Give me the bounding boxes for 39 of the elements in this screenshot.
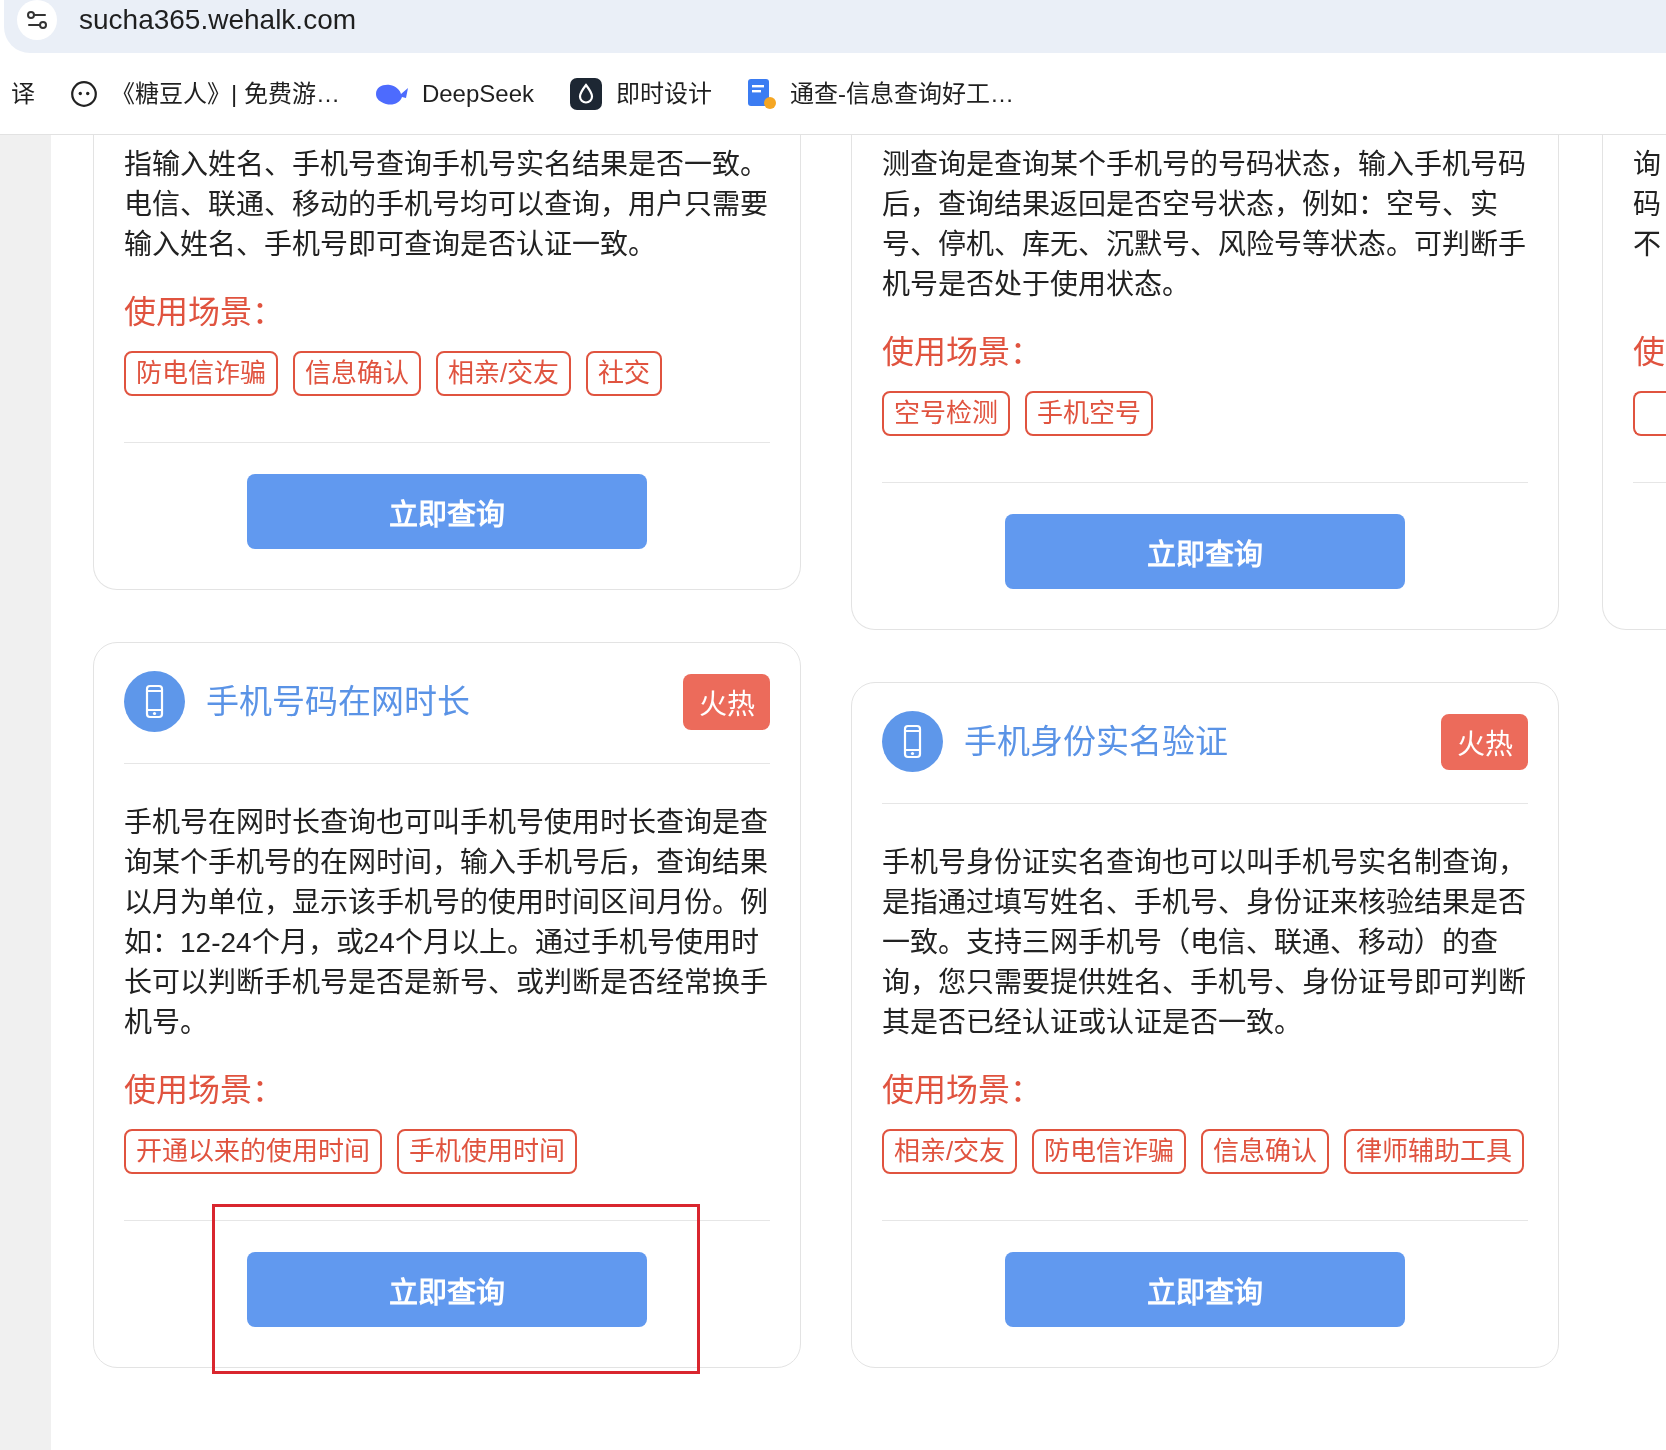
bookmark-link[interactable]: 即时设计 [570, 77, 712, 110]
service-description: 询码不 [1633, 148, 1661, 262]
service-description: 手机号身份证实名查询也可以叫手机号实名制查询，是指通过填写姓名、手机号、身份证来核验结果是否一致。支持三网手机号（电信、联通、移动）的查询，您只需要提供姓名、手机号、身份证号即可判断其是否已经认证或认证是否一致。 [882, 846, 1527, 1040]
service-title: 手机身份实名验证 [964, 721, 1228, 762]
scenario-tag: 防电信诈骗 [124, 351, 278, 396]
scenario-tag: 相亲/交友 [882, 1129, 1018, 1174]
scenario-tag: 信息确认 [1201, 1129, 1330, 1174]
scenario-tag: 开通以来的使用时间 [124, 1129, 382, 1174]
service-description: 测查询是查询某个手机号的号码状态，输入手机号码后，查询结果返回是否空号状态，例如：空号、实号、停机、库无、沉默号、风险号等状态。可判断手机号是否处于使用状态。 [882, 148, 1527, 302]
scenario-heading: 使用场景： [124, 293, 285, 332]
scenario-tag: 防电信诈骗 [1032, 1129, 1187, 1174]
site-settings-icon[interactable] [17, 0, 57, 40]
bookmark-link[interactable]: 译 [11, 77, 35, 110]
phone-icon [124, 671, 185, 732]
face-icon [71, 80, 97, 107]
hot-badge: 火热 [683, 673, 770, 730]
scenario-heading: 使用场景： [124, 1071, 285, 1110]
scenario-tag: 相亲/交友 [436, 351, 572, 396]
scenario-heading: 使 [1633, 333, 1666, 372]
bookmark-link[interactable]: DeepSeek [375, 77, 534, 110]
address-bar[interactable]: sucha365.wehalk.com [4, 0, 1666, 53]
scenario-tag: 手机空号 [1025, 391, 1153, 436]
bookmark-link[interactable]: 《糖豆人》| 免费游… [71, 77, 340, 110]
service-description: 指输入姓名、手机号查询手机号实名结果是否一致。电信、联通、移动的手机号均可以查询，用户只需要输入姓名、手机号即可查询是否认证一致。 [124, 148, 769, 262]
phone-icon [882, 711, 943, 772]
scenario-heading: 使用场景： [882, 1071, 1043, 1110]
scenario-tag [1633, 391, 1666, 436]
scenario-heading: 使用场景： [882, 333, 1043, 372]
service-title: 手机号码在网时长 [206, 681, 470, 722]
scenario-tag: 社交 [586, 351, 663, 396]
scenario-tag: 手机使用时间 [397, 1129, 577, 1174]
scenario-tag: 信息确认 [293, 351, 421, 396]
hot-badge: 火热 [1441, 713, 1528, 770]
drop-tile-icon [570, 77, 602, 110]
scenario-tag: 空号检测 [882, 391, 1010, 436]
scenario-tag: 律师辅助工具 [1344, 1129, 1525, 1174]
bookmark-link[interactable]: 通查-信息查询好工… [748, 77, 1014, 110]
service-description: 手机号在网时长查询也可叫手机号使用时长查询是查询某个手机号的在网时间，输入手机号后，查询结果以月为单位，显示该手机号的使用时间区间月份。例如：12-24个月，或24个月以上。通过手机号使用时长可以判断手机号是否是新号、或判断是否经常换手机号。 [124, 806, 769, 1040]
document-search-icon [748, 78, 776, 109]
